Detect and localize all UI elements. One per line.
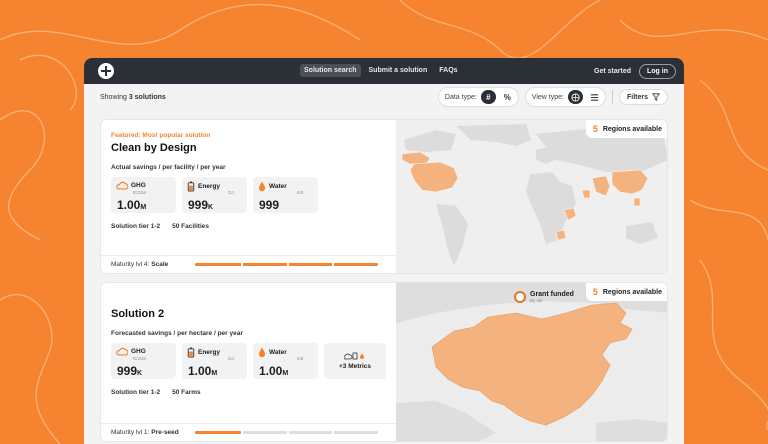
cloud-icon (116, 347, 128, 356)
solution-title[interactable]: Solution 2 (111, 308, 386, 320)
results-count: Showing 3 solutions (100, 93, 166, 101)
world-map-graphic (401, 124, 667, 266)
logo-icon[interactable] (98, 63, 114, 79)
filters-button[interactable]: Filters (618, 89, 668, 105)
view-type-toggle: View type: (524, 87, 606, 107)
maturity-fill (195, 431, 241, 434)
view-type-label: View type: (531, 93, 564, 101)
metric-water: Water m3 1.00M (253, 343, 318, 379)
regions-available-badge: 5 Regions available (585, 120, 667, 138)
tag-facilities: 50 Facilities (172, 223, 209, 230)
water-drop-icon (259, 347, 265, 358)
data-type-toggle: Data type: # % (437, 87, 519, 107)
data-type-number[interactable]: # (480, 90, 496, 104)
metric-water: Water m3 999 (253, 177, 318, 213)
battery-icon (187, 181, 195, 192)
water-drop-icon (259, 181, 265, 192)
maturity-bar: Maturity lvl 1: Pre-seed (101, 423, 396, 441)
nav-submit-solution[interactable]: Submit a solution (365, 64, 432, 77)
tag-solution-tier: Solution tier 1-2 (111, 223, 161, 230)
nav-solution-search[interactable]: Solution search (300, 64, 361, 77)
metrics-icons (344, 352, 364, 360)
data-type-percent[interactable]: % (500, 90, 515, 104)
maturity-track (195, 431, 378, 434)
app-window: Solution search Submit a solution FAQs G… (84, 58, 684, 444)
toolbar-divider (611, 90, 613, 104)
battery-icon (187, 347, 195, 358)
nav-faqs[interactable]: FAQs (435, 64, 461, 77)
tag-solution-tier: Solution tier 1-2 (111, 389, 161, 396)
metric-ghg: GHG tCO2e 999K (111, 343, 176, 379)
featured-label: Featured: Most popular solution (111, 132, 211, 139)
metric-energy: Energy GJ 999K (182, 177, 247, 213)
more-metrics-button[interactable]: +3 Metrics (324, 343, 386, 379)
maturity-bar: Maturity lvl 4: Scale (101, 255, 396, 273)
metric-ghg: GHG tCO2e 1.00M (111, 177, 176, 213)
grant-seal-icon (514, 291, 526, 303)
data-type-label: Data type: (444, 93, 477, 101)
tag-farms: 50 Farms (172, 389, 201, 396)
list-view-icon[interactable] (587, 90, 602, 104)
savings-label: Forecasted savings / per hectare / per y… (111, 330, 243, 337)
top-nav: Solution search Submit a solution FAQs G… (84, 58, 684, 84)
login-button[interactable]: Log in (639, 63, 676, 79)
solution-card[interactable]: Solution 2 Forecasted savings / per hect… (100, 282, 668, 442)
filter-icon (652, 93, 660, 101)
grant-funded-badge: Grant funded By abi (514, 291, 574, 303)
china-map-graphic (396, 283, 667, 441)
results-toolbar: Showing 3 solutions Data type: # % View … (84, 84, 684, 110)
savings-label: Actual savings / per facility / per year (111, 164, 226, 171)
regions-available-badge: 5 Regions available (585, 283, 667, 301)
maturity-track (195, 263, 378, 266)
map-view-icon[interactable] (567, 90, 583, 104)
cloud-icon (116, 181, 128, 190)
metric-energy: Energy GJ 1.00M (182, 343, 247, 379)
world-map[interactable]: 5 Regions available (396, 120, 667, 273)
solution-title[interactable]: Clean by Design (111, 142, 386, 154)
solution-card[interactable]: Featured: Most popular solution Clean by… (100, 119, 668, 274)
get-started-link[interactable]: Get started (594, 68, 631, 75)
china-map[interactable]: Grant funded By abi 5 Regions available (396, 283, 667, 441)
